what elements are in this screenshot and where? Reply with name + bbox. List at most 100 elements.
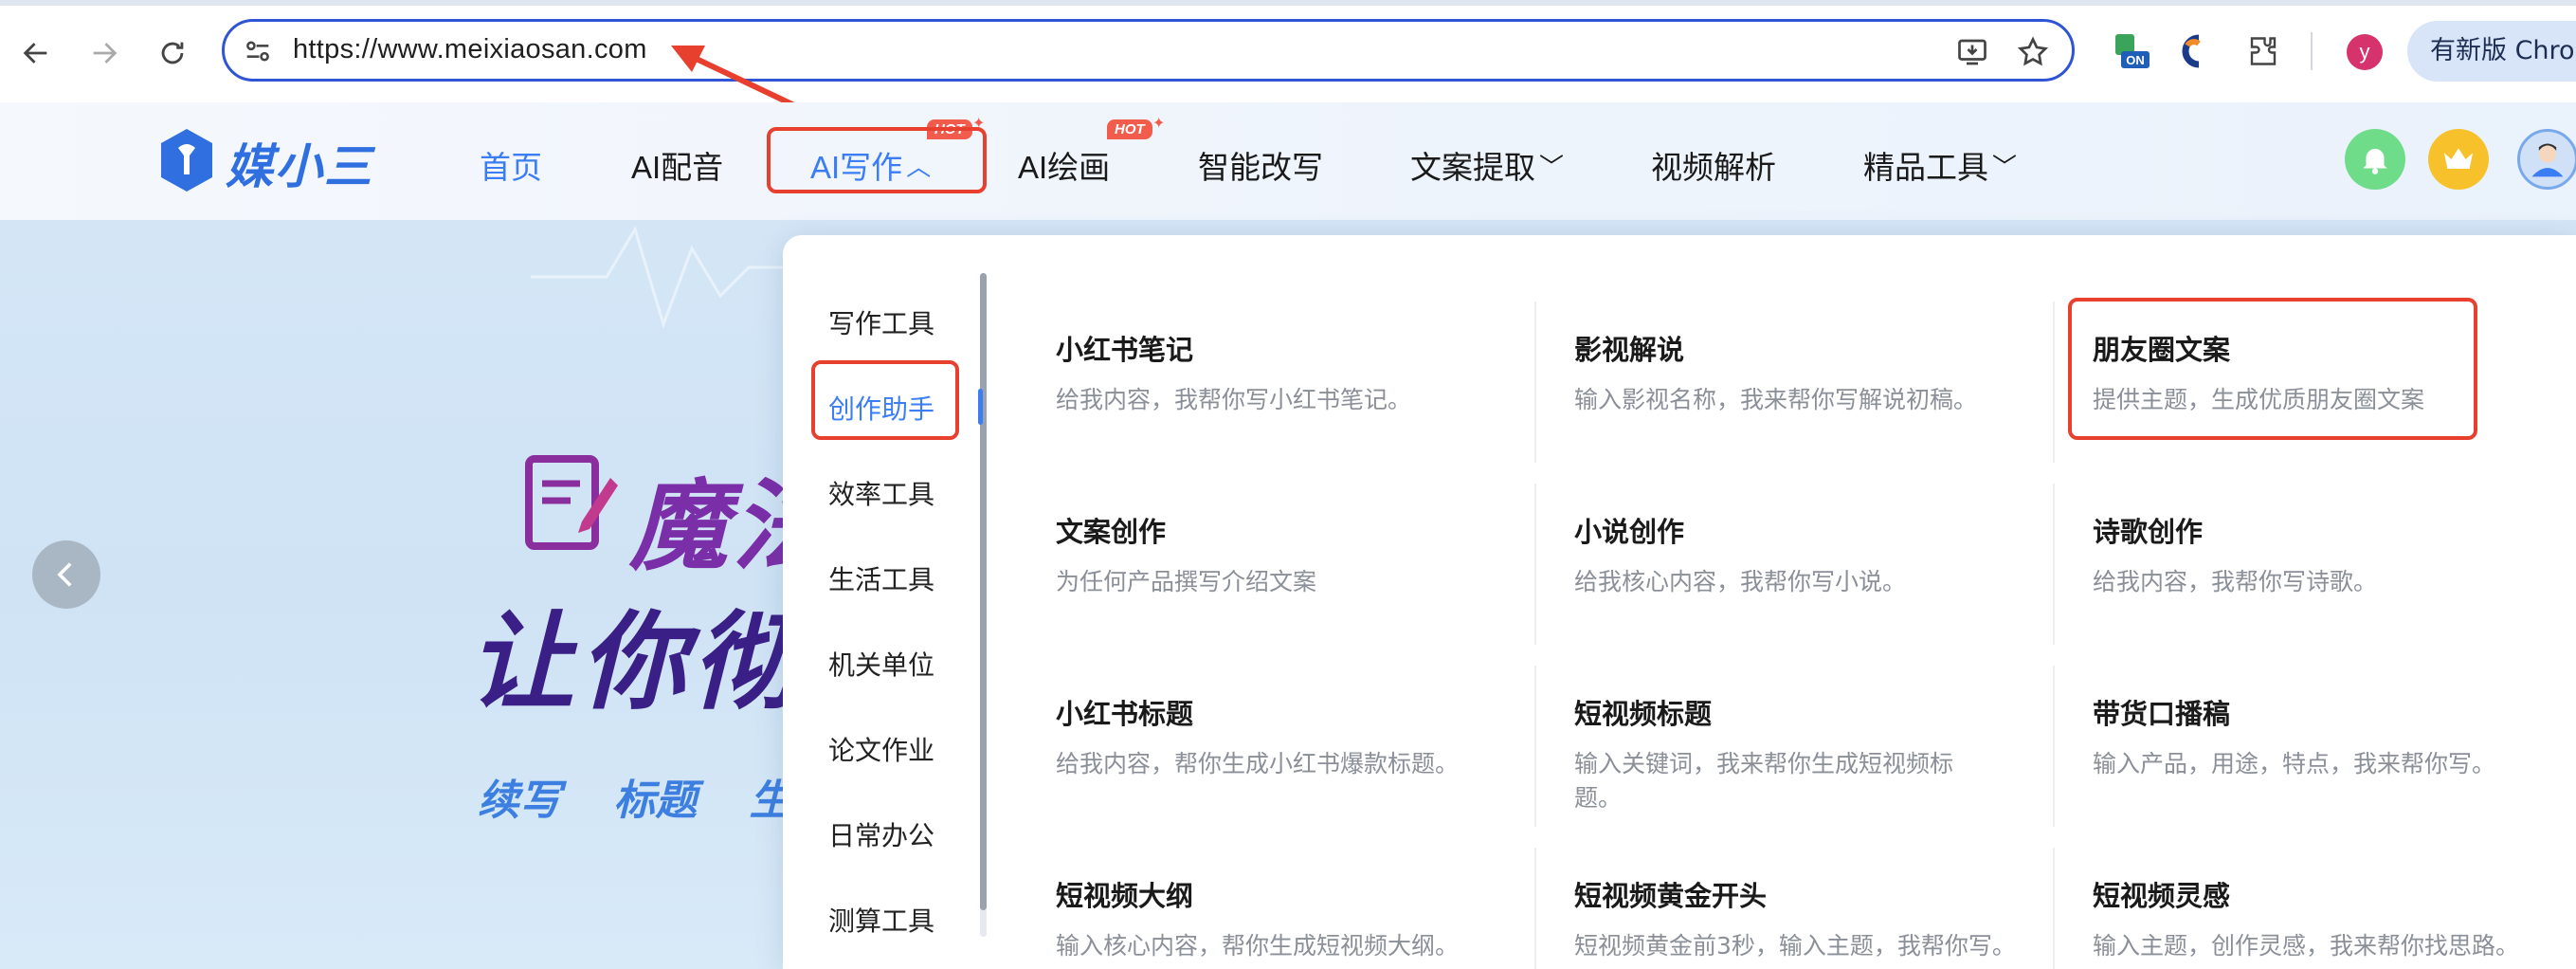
tool-desc: 给我核心内容，我帮你写小说。 bbox=[1574, 568, 1907, 595]
vip-crown-button[interactable] bbox=[2428, 129, 2489, 190]
tool-desc: 给我内容，我帮你写小红书笔记。 bbox=[1056, 386, 1412, 413]
toolbar-divider bbox=[2311, 32, 2313, 70]
hot-badge-drawing: HOT bbox=[1107, 119, 1152, 139]
column-separator bbox=[2053, 302, 2055, 463]
tool-novel-creation[interactable]: 小说创作 给我核心内容，我帮你写小说。 bbox=[1574, 510, 2048, 599]
category-list: 写作工具 创作助手 效率工具 生活工具 机关单位 论文作业 日常办公 测算工具 bbox=[783, 235, 982, 969]
category-scrollbar-thumb[interactable] bbox=[980, 273, 987, 910]
chevron-down-icon: ﹀ bbox=[1992, 153, 2018, 181]
install-app-icon[interactable] bbox=[1955, 35, 1989, 69]
tool-copywriting[interactable]: 文案创作 为任何产品撰写介绍文案 bbox=[1056, 510, 1530, 599]
nav-copy-extract[interactable]: 文案提取 ﹀ bbox=[1410, 142, 1564, 188]
tool-title: 诗歌创作 bbox=[2093, 516, 2204, 548]
tool-desc: 给我内容，我帮你写诗歌。 bbox=[2093, 568, 2378, 595]
site-settings-icon[interactable] bbox=[242, 35, 274, 67]
tool-desc: 输入核心内容，帮你生成短视频大纲。 bbox=[1056, 932, 1460, 960]
tool-short-video-title[interactable]: 短视频标题 输入关键词，我来帮你生成短视频标题。 bbox=[1574, 692, 1991, 815]
back-button[interactable] bbox=[11, 28, 61, 78]
logo-icon[interactable] bbox=[157, 127, 216, 193]
user-avatar[interactable] bbox=[2517, 129, 2576, 190]
nav-smart-rewrite[interactable]: 智能改写 bbox=[1198, 142, 1323, 188]
nav-ai-drawing[interactable]: AI绘画 bbox=[1018, 142, 1110, 188]
arrow-right-icon bbox=[93, 43, 118, 64]
tool-title: 短视频大纲 bbox=[1056, 880, 1194, 912]
carousel-prev-button[interactable] bbox=[32, 540, 100, 609]
tool-golden-opening[interactable]: 短视频黄金开头 短视频黄金前3秒，输入主题，我帮你写。 bbox=[1574, 874, 2048, 963]
column-separator bbox=[1534, 848, 1536, 969]
tool-poetry-creation[interactable]: 诗歌创作 给我内容，我帮你写诗歌。 bbox=[2093, 510, 2567, 599]
nav-video-parse[interactable]: 视频解析 bbox=[1651, 142, 1776, 188]
profile-avatar[interactable]: y bbox=[2347, 34, 2383, 70]
tool-title: 短视频灵感 bbox=[2093, 880, 2231, 912]
category-thesis-homework[interactable]: 论文作业 bbox=[828, 730, 934, 768]
chevron-down-icon: ﹀ bbox=[1539, 153, 1565, 181]
category-daily-office[interactable]: 日常办公 bbox=[828, 815, 934, 853]
extension-on-icon: ON bbox=[2115, 34, 2150, 68]
nav-ai-drawing-label: AI绘画 bbox=[1018, 150, 1111, 185]
reload-button[interactable] bbox=[148, 28, 197, 78]
chevron-left-icon bbox=[57, 562, 72, 587]
tool-desc: 输入产品，用途，特点，我来帮你写。 bbox=[2093, 750, 2496, 777]
active-category-indicator bbox=[978, 389, 983, 425]
extensions-button[interactable] bbox=[2242, 30, 2284, 72]
tool-title: 短视频黄金开头 bbox=[1574, 880, 1768, 912]
bell-icon bbox=[2363, 148, 2387, 174]
site-header: 媒小三 首页 AI配音 AI写作 ︿ HOT ✦ AI绘画 HOT ✦ 智能改写 … bbox=[0, 102, 2576, 220]
tool-desc: 输入关键词，我来帮你生成短视频标题。 bbox=[1574, 750, 1954, 812]
address-bar[interactable]: https://www.meixiaosan.com bbox=[222, 19, 2075, 82]
tool-title: 小红书标题 bbox=[1056, 698, 1194, 730]
extension-on-button[interactable]: ON bbox=[2110, 30, 2151, 72]
sparkle-icon: ✦ bbox=[1152, 114, 1166, 132]
extension-s-button[interactable] bbox=[2172, 30, 2214, 72]
svg-text:ON: ON bbox=[2126, 53, 2145, 67]
user-avatar-icon bbox=[2531, 143, 2564, 177]
hero-feature-tags: 续写 标题 生成 bbox=[478, 777, 833, 825]
column-separator bbox=[2053, 848, 2055, 969]
bookmark-star-icon[interactable] bbox=[2016, 35, 2050, 69]
column-separator bbox=[1534, 666, 1536, 827]
tool-short-video-inspiration[interactable]: 短视频灵感 输入主题，创作灵感，我来帮你找思路。 bbox=[2093, 874, 2567, 963]
tool-title: 影视解说 bbox=[1574, 334, 1685, 366]
highlight-ai-writing bbox=[767, 127, 987, 193]
tool-title: 文案创作 bbox=[1056, 516, 1167, 548]
s-logo-icon bbox=[2182, 34, 2201, 68]
nav-ai-dubbing[interactable]: AI配音 bbox=[631, 142, 723, 188]
tool-desc: 短视频黄金前3秒，输入主题，我帮你写。 bbox=[1574, 932, 2016, 960]
forward-button[interactable] bbox=[80, 28, 129, 78]
arrow-left-icon bbox=[23, 43, 47, 64]
update-chrome-button[interactable]: 有新版 Chrome bbox=[2407, 21, 2576, 82]
column-separator bbox=[1534, 302, 1536, 463]
tool-desc: 给我内容，帮你生成小红书爆款标题。 bbox=[1056, 750, 1460, 777]
logo-text[interactable]: 媒小三 bbox=[226, 129, 373, 197]
edit-document-icon bbox=[525, 455, 618, 550]
url-text[interactable]: https://www.meixiaosan.com bbox=[293, 34, 647, 65]
notification-bell-button[interactable] bbox=[2345, 129, 2405, 190]
nav-copy-extract-label: 文案提取 bbox=[1410, 150, 1535, 185]
nav-home[interactable]: 首页 bbox=[480, 142, 542, 188]
tool-desc: 输入影视名称，我来帮你写解说初稿。 bbox=[1574, 386, 1978, 413]
category-writing-tools[interactable]: 写作工具 bbox=[828, 303, 934, 341]
crown-icon bbox=[2444, 148, 2473, 169]
category-calculation-tools[interactable]: 测算工具 bbox=[828, 901, 934, 939]
browser-toolbar: https://www.meixiaosan.com ON y 有新版 Chro bbox=[0, 0, 2576, 109]
nav-premium-tools[interactable]: 精品工具 ﹀ bbox=[1863, 142, 2017, 188]
tool-film-commentary[interactable]: 影视解说 输入影视名称，我来帮你写解说初稿。 bbox=[1574, 328, 2048, 417]
tool-desc: 为任何产品撰写介绍文案 bbox=[1056, 568, 1317, 595]
category-efficiency-tools[interactable]: 效率工具 bbox=[828, 474, 934, 512]
tab-strip-edge bbox=[0, 0, 2576, 6]
tool-xiaohongshu-title[interactable]: 小红书标题 给我内容，帮你生成小红书爆款标题。 bbox=[1056, 692, 1530, 781]
reload-icon bbox=[161, 42, 184, 64]
column-separator bbox=[2053, 484, 2055, 645]
category-life-tools[interactable]: 生活工具 bbox=[828, 559, 934, 597]
category-government[interactable]: 机关单位 bbox=[828, 645, 934, 683]
column-separator bbox=[2053, 666, 2055, 827]
tool-title: 带货口播稿 bbox=[2093, 698, 2231, 730]
tool-xiaohongshu-note[interactable]: 小红书笔记 给我内容，我帮你写小红书笔记。 bbox=[1056, 328, 1530, 417]
nav-premium-tools-label: 精品工具 bbox=[1863, 150, 1988, 185]
column-separator bbox=[1534, 484, 1536, 645]
nav-smart-rewrite-label: 智能改写 bbox=[1198, 150, 1323, 185]
tool-live-sales-script[interactable]: 带货口播稿 输入产品，用途，特点，我来帮你写。 bbox=[2093, 692, 2567, 781]
tool-title: 小说创作 bbox=[1574, 516, 1685, 548]
puzzle-icon bbox=[2250, 37, 2277, 65]
tool-short-video-outline[interactable]: 短视频大纲 输入核心内容，帮你生成短视频大纲。 bbox=[1056, 874, 1530, 963]
